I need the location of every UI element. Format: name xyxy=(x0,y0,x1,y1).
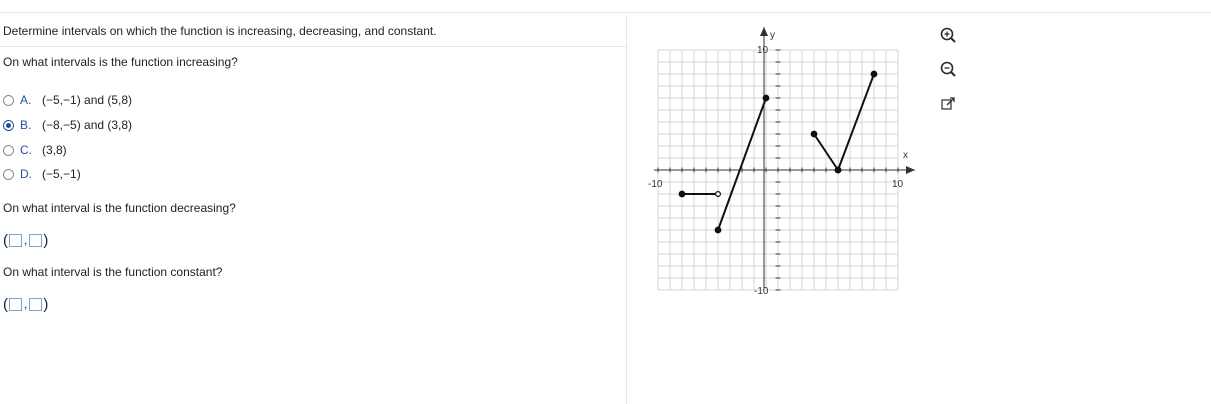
y-tick-bottom: -10 xyxy=(754,286,769,297)
y-tick-top: 10 xyxy=(757,45,769,56)
y-axis-arrow xyxy=(760,27,768,36)
closed-endpoint xyxy=(834,166,842,174)
function-graph: y x 10 -10 -10 10 xyxy=(648,27,915,297)
popout-icon[interactable] xyxy=(938,94,958,114)
closed-endpoint xyxy=(678,190,686,198)
zoom-in-icon[interactable] xyxy=(938,26,958,46)
closed-endpoint xyxy=(870,70,878,78)
closed-endpoint xyxy=(762,94,770,102)
x-tick-left: -10 xyxy=(648,179,663,190)
x-axis-label: x xyxy=(903,150,908,161)
y-axis-label: y xyxy=(770,30,775,41)
graph-axes: y x 10 -10 -10 10 xyxy=(648,27,915,297)
zoom-out-icon[interactable] xyxy=(938,60,958,80)
x-tick-right: 10 xyxy=(892,179,904,190)
closed-endpoint xyxy=(714,226,722,234)
closed-endpoint xyxy=(810,130,818,138)
x-axis-arrow xyxy=(906,166,915,174)
open-endpoint xyxy=(714,191,721,198)
